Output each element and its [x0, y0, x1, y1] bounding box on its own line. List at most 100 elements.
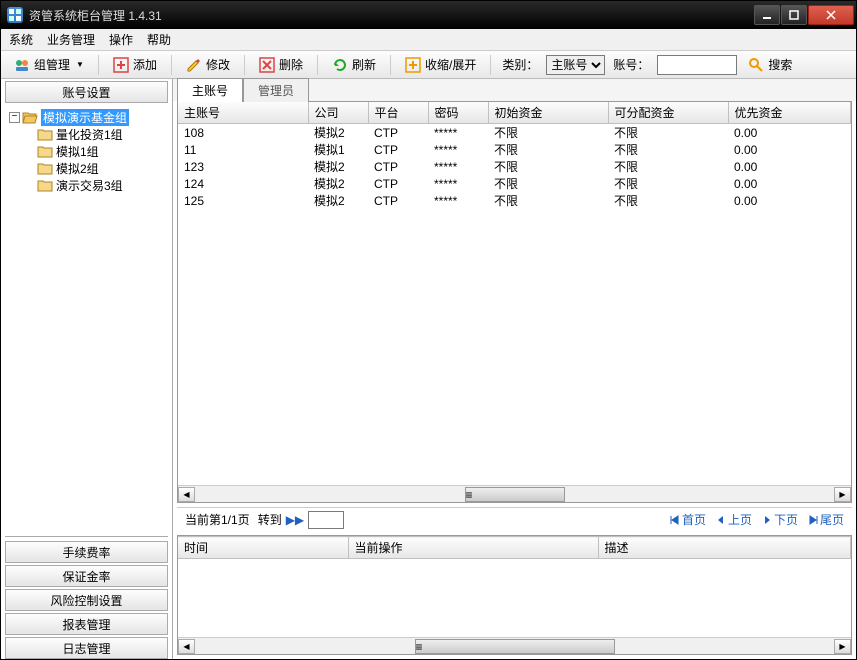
last-icon	[808, 515, 818, 525]
page-status: 当前第1/1页	[185, 511, 250, 528]
edit-button[interactable]: 修改	[179, 53, 237, 76]
tree-child[interactable]: 模拟2组	[9, 160, 164, 176]
goto-icon: ▶▶	[286, 513, 304, 527]
tree-child-label: 模拟2组	[56, 160, 99, 177]
delete-button[interactable]: 删除	[252, 53, 310, 76]
first-page-button[interactable]: 首页	[670, 511, 706, 528]
menu-operate[interactable]: 操作	[109, 31, 133, 48]
table-cell: 模拟2	[308, 124, 368, 141]
horizontal-scrollbar[interactable]: ◀ ≡ ▶	[178, 485, 851, 502]
tree-expander-icon[interactable]: −	[9, 112, 20, 123]
column-header[interactable]: 时间	[178, 537, 348, 559]
table-cell: 124	[178, 175, 308, 192]
table-cell: 模拟1	[308, 141, 368, 158]
left-panel-button[interactable]: 日志管理	[5, 637, 168, 659]
table-cell: CTP	[368, 192, 428, 209]
table-row[interactable]: 108模拟2CTP*****不限不限0.00	[178, 124, 851, 141]
pager: 当前第1/1页 转到 ▶▶ 首页 上页 下页 尾页	[177, 507, 852, 531]
table-cell: *****	[428, 124, 488, 141]
scroll-left-icon[interactable]: ◀	[178, 487, 195, 502]
left-panel: 账号设置 − 模拟演示基金组 量化投资1组模拟1组模拟2组演示交易3组 手续费率…	[1, 79, 173, 659]
account-input[interactable]	[657, 55, 737, 75]
column-header[interactable]: 密码	[428, 102, 488, 124]
group-icon	[14, 57, 30, 73]
search-button[interactable]: 搜索	[741, 53, 799, 76]
column-header[interactable]: 优先资金	[728, 102, 851, 124]
left-panel-button[interactable]: 报表管理	[5, 613, 168, 635]
table-cell: 11	[178, 141, 308, 158]
add-button[interactable]: 添加	[106, 53, 164, 76]
column-header[interactable]: 可分配资金	[608, 102, 728, 124]
scroll-left-icon[interactable]: ◀	[178, 639, 195, 654]
expand-icon	[405, 57, 421, 73]
tree-child[interactable]: 模拟1组	[9, 143, 164, 159]
tab-main-account[interactable]: 主账号	[177, 78, 243, 102]
table-cell: 125	[178, 192, 308, 209]
column-header[interactable]: 平台	[368, 102, 428, 124]
scroll-right-icon[interactable]: ▶	[834, 639, 851, 654]
column-header[interactable]: 当前操作	[348, 537, 598, 559]
column-header[interactable]: 主账号	[178, 102, 308, 124]
tree-child-label: 演示交易3组	[56, 177, 123, 194]
table-cell: 模拟2	[308, 158, 368, 175]
tab-admin[interactable]: 管理员	[243, 78, 309, 102]
table-row[interactable]: 123模拟2CTP*****不限不限0.00	[178, 158, 851, 175]
table-row[interactable]: 125模拟2CTP*****不限不限0.00	[178, 192, 851, 209]
table-cell: *****	[428, 141, 488, 158]
log-grid: 时间当前操作描述 ◀ ≡ ▶	[177, 535, 852, 655]
scroll-right-icon[interactable]: ▶	[834, 487, 851, 502]
refresh-button[interactable]: 刷新	[325, 53, 383, 76]
right-panel: 主账号 管理员 主账号公司平台密码初始资金可分配资金优先资金 108模拟2CTP…	[173, 79, 856, 659]
left-panel-button[interactable]: 保证金率	[5, 565, 168, 587]
table-cell: 不限	[608, 124, 728, 141]
menu-help[interactable]: 帮助	[147, 31, 171, 48]
table-cell: CTP	[368, 124, 428, 141]
next-page-button[interactable]: 下页	[762, 511, 798, 528]
window-title: 资管系统柜台管理 1.4.31	[29, 7, 753, 24]
category-label: 类别：	[498, 56, 542, 73]
scroll-thumb[interactable]: ≡	[415, 639, 615, 654]
column-header[interactable]: 公司	[308, 102, 368, 124]
table-row[interactable]: 11模拟1CTP*****不限不限0.00	[178, 141, 851, 158]
table-cell: 0.00	[728, 192, 851, 209]
group-manage-button[interactable]: 组管理▼	[7, 53, 91, 76]
account-label: 账号：	[609, 56, 653, 73]
left-panel-button[interactable]: 风险控制设置	[5, 589, 168, 611]
table-cell: 0.00	[728, 141, 851, 158]
table-cell: CTP	[368, 158, 428, 175]
table-cell: 不限	[608, 192, 728, 209]
pencil-icon	[186, 57, 202, 73]
last-page-button[interactable]: 尾页	[808, 511, 844, 528]
tree-child-label: 模拟1组	[56, 143, 99, 160]
table-cell: *****	[428, 175, 488, 192]
table-cell: 模拟2	[308, 192, 368, 209]
column-header[interactable]: 初始资金	[488, 102, 608, 124]
account-settings-button[interactable]: 账号设置	[5, 81, 168, 103]
close-button[interactable]	[808, 5, 854, 25]
category-select[interactable]: 主账号	[546, 55, 605, 75]
menu-system[interactable]: 系统	[9, 31, 33, 48]
prev-page-button[interactable]: 上页	[716, 511, 752, 528]
tree-child[interactable]: 演示交易3组	[9, 177, 164, 193]
group-tree: − 模拟演示基金组 量化投资1组模拟1组模拟2组演示交易3组	[5, 105, 168, 537]
minimize-button[interactable]	[754, 5, 780, 25]
goto-input[interactable]	[308, 511, 344, 529]
table-cell: CTP	[368, 141, 428, 158]
log-horizontal-scrollbar[interactable]: ◀ ≡ ▶	[178, 637, 851, 654]
expand-collapse-button[interactable]: 收缩/展开	[398, 53, 483, 76]
tree-child[interactable]: 量化投资1组	[9, 126, 164, 142]
left-panel-button[interactable]: 手续费率	[5, 541, 168, 563]
table-cell: 不限	[608, 158, 728, 175]
tabs: 主账号 管理员	[173, 79, 856, 101]
maximize-button[interactable]	[781, 5, 807, 25]
tree-root[interactable]: − 模拟演示基金组	[9, 109, 164, 125]
table-cell: 0.00	[728, 158, 851, 175]
menu-business[interactable]: 业务管理	[47, 31, 95, 48]
prev-icon	[716, 515, 726, 525]
goto-label: 转到	[258, 511, 282, 528]
scroll-thumb[interactable]: ≡	[465, 487, 565, 502]
column-header[interactable]: 描述	[598, 537, 851, 559]
table-cell: 0.00	[728, 124, 851, 141]
table-cell: 不限	[608, 141, 728, 158]
table-row[interactable]: 124模拟2CTP*****不限不限0.00	[178, 175, 851, 192]
